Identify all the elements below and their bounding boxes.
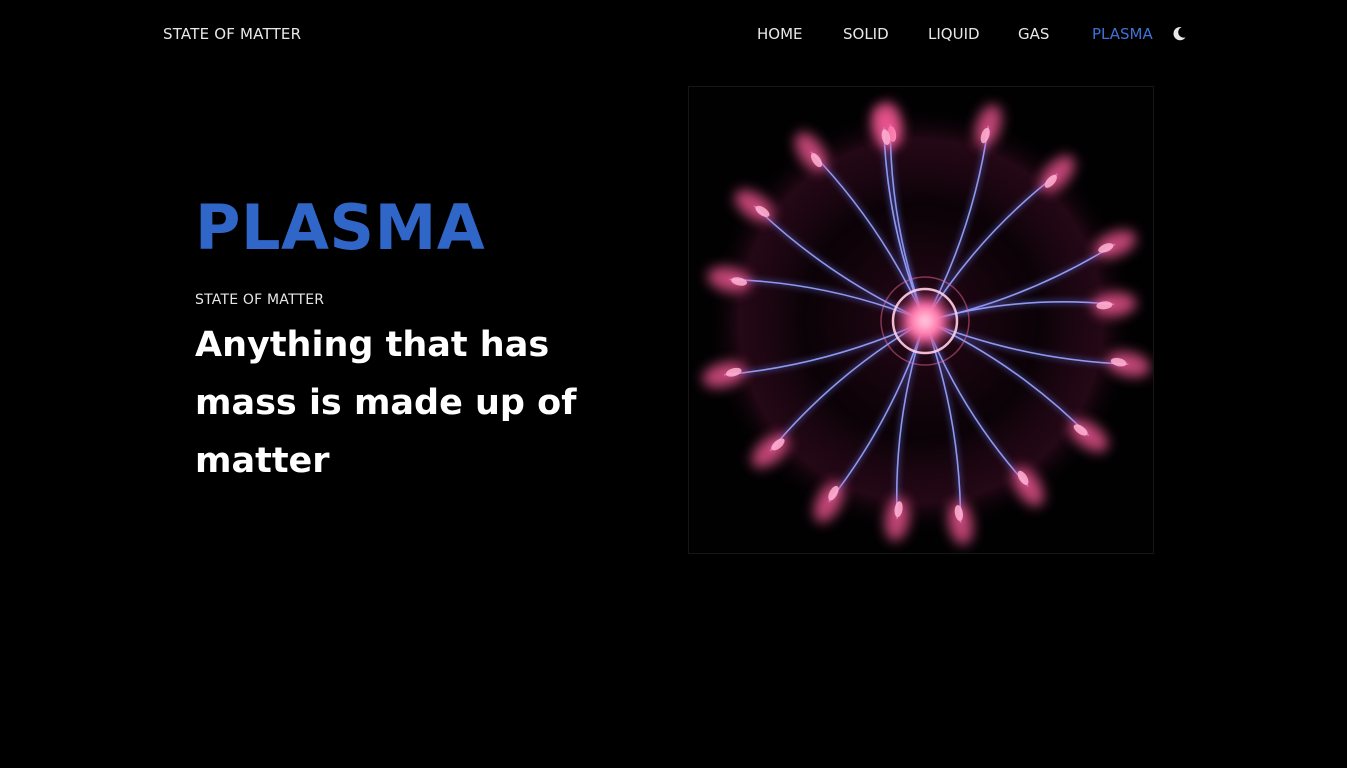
nav-plasma-link[interactable]: PLASMA — [1092, 25, 1153, 43]
page: STATE OF MATTER HOME SOLID LIQUID GAS PL… — [0, 0, 1347, 768]
nav-solid-link[interactable]: SOLID — [843, 25, 889, 43]
nav-liquid-link[interactable]: LIQUID — [928, 25, 980, 43]
hero-tagline: Anything that has mass is made up of mat… — [195, 325, 577, 481]
nav-home-link[interactable]: HOME — [757, 25, 803, 43]
moon-icon — [1173, 27, 1186, 41]
main-nav: HOME SOLID LIQUID GAS PLASMA — [0, 25, 1347, 47]
theme-toggle-button[interactable] — [1170, 25, 1188, 43]
nav-gas-link[interactable]: GAS — [1018, 25, 1049, 43]
page-title: PLASMA — [195, 191, 486, 264]
hero-kicker: STATE OF MATTER — [195, 292, 325, 308]
plasma-ball-image — [688, 86, 1154, 554]
